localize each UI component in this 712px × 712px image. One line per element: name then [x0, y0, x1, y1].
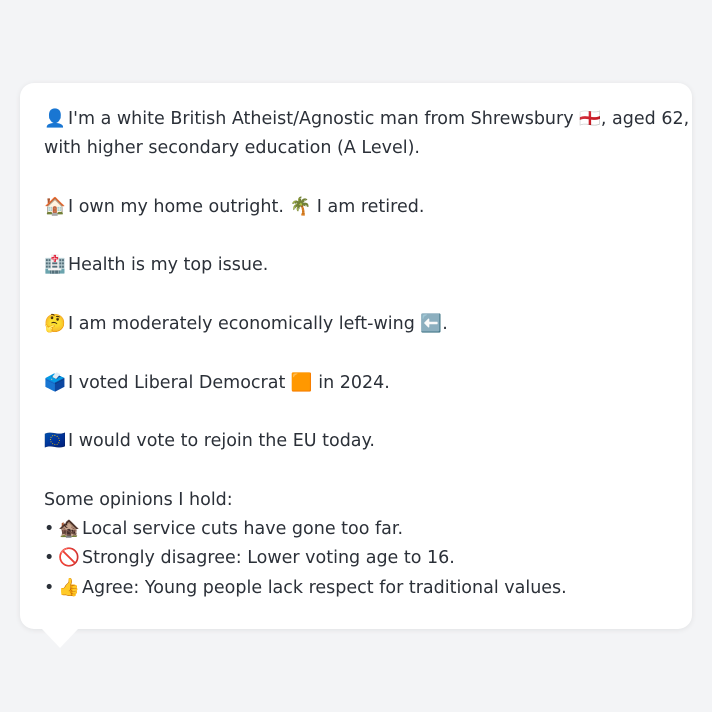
opinion-item: • 🏚️ Local service cuts have gone too far. [44, 515, 668, 544]
bullet-icon: • [44, 577, 55, 598]
person-icon: 👤 [44, 109, 66, 129]
opinions-heading: Some opinions I hold: [44, 489, 233, 510]
opinions-section: Some opinions I hold: • 🏚️ Local service c… [44, 486, 668, 603]
economics-section: 🤔 I am moderately economically left-wing … [44, 310, 668, 339]
bullet-icon: • [44, 519, 55, 540]
identity-text-2: with higher secondary education (A Level… [44, 138, 420, 159]
ballot-box-icon: 🗳️ [44, 372, 66, 393]
hospital-icon: 🏥 [44, 255, 66, 276]
housing-text: I own my home outright. 🌴 I am retired. [68, 196, 425, 217]
thumbs-up-icon: 👍 [58, 577, 80, 598]
eu-flag-icon: 🇪🇺 [44, 431, 66, 452]
housing-section: 🏠 I own my home outright. 🌴 I am retired. [44, 193, 668, 222]
prohibited-icon: 🚫 [58, 548, 80, 569]
identity-text-1: I'm a white British Atheist/Agnostic man… [68, 109, 690, 129]
bullet-icon: • [44, 548, 55, 569]
bubble-tail [42, 629, 78, 648]
issue-section: 🏥 Health is my top issue. [44, 251, 668, 280]
persona-message-bubble: 👤 I'm a white British Atheist/Agnostic ma… [20, 83, 692, 629]
eu-text: I would vote to rejoin the EU today. [68, 431, 375, 452]
opinion-text: Agree: Young people lack respect for tra… [82, 577, 567, 598]
derelict-house-icon: 🏚️ [58, 519, 80, 540]
identity-section: 👤 I'm a white British Atheist/Agnostic ma… [44, 105, 689, 164]
thinking-face-icon: 🤔 [44, 314, 66, 335]
vote-text: I voted Liberal Democrat 🟧 in 2024. [68, 372, 390, 393]
economics-text: I am moderately economically left-wing ⬅… [68, 314, 448, 335]
eu-section: 🇪🇺 I would vote to rejoin the EU today. [44, 427, 668, 456]
issue-text: Health is my top issue. [68, 255, 269, 276]
vote-section: 🗳️ I voted Liberal Democrat 🟧 in 2024. [44, 369, 668, 398]
opinion-text: Strongly disagree: Lower voting age to 1… [82, 548, 455, 569]
identity-line-1: 👤 I'm a white British Atheist/Agnostic ma… [44, 105, 689, 134]
opinion-item: • 👍 Agree: Young people lack respect for t… [44, 574, 668, 603]
opinion-text: Local service cuts have gone too far. [82, 519, 404, 540]
opinion-item: • 🚫 Strongly disagree: Lower voting age to… [44, 544, 668, 573]
house-icon: 🏠 [44, 196, 66, 217]
